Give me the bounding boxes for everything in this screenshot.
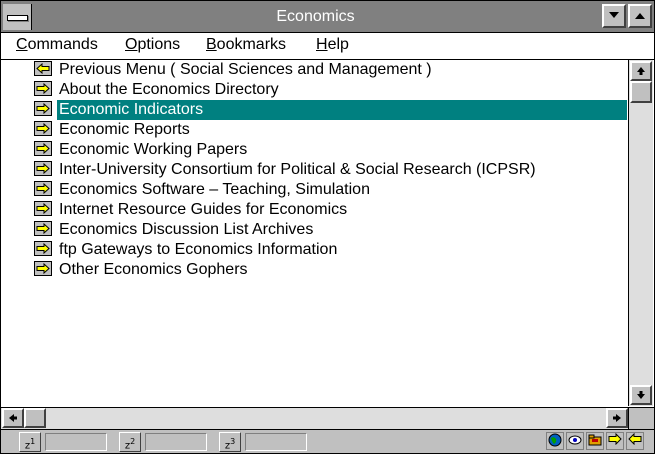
- horizontal-scrollbar[interactable]: [1, 407, 628, 429]
- list-item[interactable]: Economics Software – Teaching, Simulatio…: [33, 180, 627, 200]
- list-item[interactable]: Economics Discussion List Archives: [33, 220, 627, 240]
- forward-arrow-icon: [34, 241, 52, 256]
- menu-options[interactable]: Options: [125, 36, 180, 54]
- list-item[interactable]: Economic Reports: [33, 120, 627, 140]
- scrollbar-corner: [628, 407, 654, 430]
- menu-bookmarks[interactable]: Bookmarks: [206, 36, 286, 54]
- list-item-label: Internet Resource Guides for Economics: [59, 201, 348, 218]
- forward-arrow-icon: [34, 81, 52, 96]
- system-menu-button[interactable]: [3, 4, 32, 30]
- minimize-button[interactable]: [602, 4, 626, 28]
- zoom-button-2[interactable]: z2: [119, 432, 141, 452]
- forward-arrow-icon: [34, 181, 52, 196]
- status-bar: z1 z2 z3: [1, 429, 654, 453]
- maximize-button[interactable]: [628, 4, 652, 28]
- minimize-icon: [609, 12, 619, 18]
- back-icon[interactable]: [626, 432, 644, 450]
- system-menu-icon: [7, 15, 28, 21]
- gopher-menu-list: Previous Menu ( Social Sciences and Mana…: [1, 60, 628, 406]
- list-item[interactable]: ftp Gateways to Economics Information: [33, 240, 627, 260]
- scroll-down-button[interactable]: [630, 385, 652, 405]
- back-arrow-icon: [34, 61, 52, 76]
- list-item-label: Economics Discussion List Archives: [59, 221, 314, 238]
- forward-arrow-icon: [34, 161, 52, 176]
- forward-arrow-icon: [34, 101, 52, 116]
- forward-arrow-icon: [34, 261, 52, 276]
- zoom-button-1[interactable]: z1: [19, 432, 41, 452]
- zoom-button-index: 2: [130, 437, 136, 446]
- status-field-1: [45, 433, 107, 451]
- list-item[interactable]: Other Economics Gophers: [33, 260, 627, 280]
- list-item[interactable]: About the Economics Directory: [33, 80, 627, 100]
- forward-arrow-icon: [34, 201, 52, 216]
- list-item-label: ftp Gateways to Economics Information: [59, 241, 338, 258]
- menu-bookmarks-label: ookmarks: [216, 36, 287, 53]
- arrow-right-icon: [613, 414, 621, 422]
- list-item-label: Economics Software – Teaching, Simulatio…: [59, 181, 370, 198]
- maximize-icon: [635, 13, 645, 19]
- vertical-scrollbar[interactable]: [628, 60, 653, 406]
- list-item-label: Economic Reports: [59, 121, 190, 138]
- menu-options-accel: O: [125, 36, 138, 53]
- list-item[interactable]: Internet Resource Guides for Economics: [33, 200, 627, 220]
- eye-icon[interactable]: [566, 432, 584, 450]
- scroll-left-button[interactable]: [2, 408, 24, 428]
- folder-icon[interactable]: [586, 432, 604, 450]
- list-item-label: Inter-University Consortium for Politica…: [59, 161, 536, 178]
- forward-arrow-icon: [34, 221, 52, 236]
- scroll-up-button[interactable]: [630, 61, 652, 81]
- menu-bookmarks-accel: B: [206, 36, 217, 53]
- list-item-label: Previous Menu ( Social Sciences and Mana…: [59, 61, 432, 78]
- list-item-label: Other Economics Gophers: [59, 261, 248, 278]
- menu-commands[interactable]: Commands: [16, 36, 98, 54]
- list-item[interactable]: Inter-University Consortium for Politica…: [33, 160, 627, 180]
- list-item-label: About the Economics Directory: [59, 81, 279, 98]
- list-item-label: Economic Working Papers: [59, 141, 248, 158]
- vertical-scroll-thumb[interactable]: [630, 81, 652, 103]
- list-item-selected[interactable]: Economic Indicators: [33, 100, 627, 120]
- list-item-previous-menu[interactable]: Previous Menu ( Social Sciences and Mana…: [33, 60, 627, 80]
- menu-bar: Commands Options Bookmarks Help: [1, 33, 654, 60]
- menu-help-accel: H: [316, 36, 328, 53]
- horizontal-scroll-thumb[interactable]: [24, 408, 46, 428]
- scroll-right-button[interactable]: [606, 408, 628, 428]
- status-field-3: [245, 433, 307, 451]
- menu-commands-label: ommands: [27, 36, 98, 53]
- arrow-up-icon: [637, 67, 645, 75]
- menu-help[interactable]: Help: [316, 36, 349, 54]
- menu-commands-accel: C: [16, 36, 28, 53]
- forward-icon[interactable]: [606, 432, 624, 450]
- list-item[interactable]: Economic Working Papers: [33, 140, 627, 160]
- zoom-button-3[interactable]: z3: [219, 432, 241, 452]
- status-field-2: [145, 433, 207, 451]
- arrow-down-icon: [637, 391, 645, 399]
- forward-arrow-icon: [34, 141, 52, 156]
- zoom-button-index: 1: [30, 437, 36, 446]
- menu-options-label: ptions: [137, 36, 181, 53]
- forward-arrow-icon: [34, 121, 52, 136]
- menu-help-label: elp: [327, 36, 349, 53]
- arrow-left-icon: [9, 414, 17, 422]
- window-title: Economics: [276, 8, 355, 25]
- globe-icon[interactable]: [546, 432, 564, 450]
- gopher-window: Economics Commands Options Bookmarks Hel…: [0, 0, 655, 454]
- title-bar[interactable]: Economics: [1, 1, 654, 33]
- zoom-button-index: 3: [230, 437, 236, 446]
- list-item-label: Economic Indicators: [57, 100, 627, 120]
